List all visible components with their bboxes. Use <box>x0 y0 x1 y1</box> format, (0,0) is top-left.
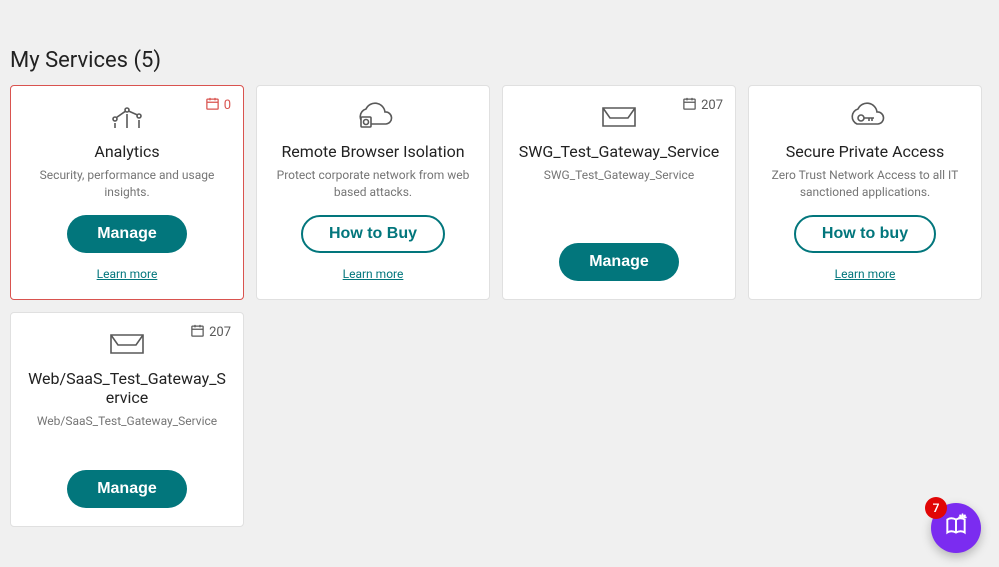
cards-grid: 0 Analytics Security, performance and us… <box>10 85 989 527</box>
calendar-icon <box>190 323 205 342</box>
manage-button[interactable]: Manage <box>67 215 187 253</box>
service-card-rbi: Remote Browser Isolation Protect corpora… <box>256 85 490 300</box>
service-card-websaas: 207 Web/SaaS_Test_Gateway_Service Web/Sa… <box>10 312 244 527</box>
card-desc: Security, performance and usage insights… <box>25 167 229 201</box>
service-card-swg: 207 SWG_Test_Gateway_Service SWG_Test_Ga… <box>502 85 736 300</box>
how-to-buy-button[interactable]: How to buy <box>794 215 936 253</box>
card-desc: SWG_Test_Gateway_Service <box>544 167 694 199</box>
analytics-icon <box>107 100 147 132</box>
learn-more-link[interactable]: Learn more <box>835 267 896 281</box>
service-card-analytics: 0 Analytics Security, performance and us… <box>10 85 244 300</box>
service-card-spa: Secure Private Access Zero Trust Network… <box>748 85 982 300</box>
help-fab-badge: 7 <box>925 497 947 519</box>
card-title: Web/SaaS_Test_Gateway_Service <box>25 369 229 407</box>
help-fab-button[interactable]: 7 <box>931 503 981 553</box>
card-title: Analytics <box>94 142 159 161</box>
page-title-prefix: My Services <box>10 48 128 73</box>
book-lightbulb-icon <box>943 513 969 543</box>
card-title: SWG_Test_Gateway_Service <box>519 142 720 161</box>
calendar-icon <box>682 96 697 115</box>
inbox-icon <box>597 100 641 132</box>
card-badge: 207 <box>682 96 723 115</box>
learn-more-link[interactable]: Learn more <box>97 267 158 281</box>
learn-more-link[interactable]: Learn more <box>343 267 404 281</box>
card-desc: Zero Trust Network Access to all IT sanc… <box>763 167 967 201</box>
card-title: Remote Browser Isolation <box>281 142 464 161</box>
badge-count: 207 <box>701 98 723 113</box>
badge-count: 0 <box>224 98 231 113</box>
page-title: My Services (5) <box>10 48 989 73</box>
badge-count: 207 <box>209 325 231 340</box>
calendar-icon <box>205 96 220 115</box>
page-title-count: (5) <box>133 48 161 73</box>
inbox-icon <box>105 327 149 359</box>
card-badge: 0 <box>205 96 231 115</box>
cloud-icon <box>351 100 395 132</box>
cloud-key-icon <box>843 100 887 132</box>
card-desc: Web/SaaS_Test_Gateway_Service <box>37 413 217 445</box>
manage-button[interactable]: Manage <box>67 470 187 508</box>
card-desc: Protect corporate network from web based… <box>271 167 475 201</box>
manage-button[interactable]: Manage <box>559 243 679 281</box>
how-to-buy-button[interactable]: How to Buy <box>301 215 445 253</box>
card-badge: 207 <box>190 323 231 342</box>
card-title: Secure Private Access <box>786 142 945 161</box>
